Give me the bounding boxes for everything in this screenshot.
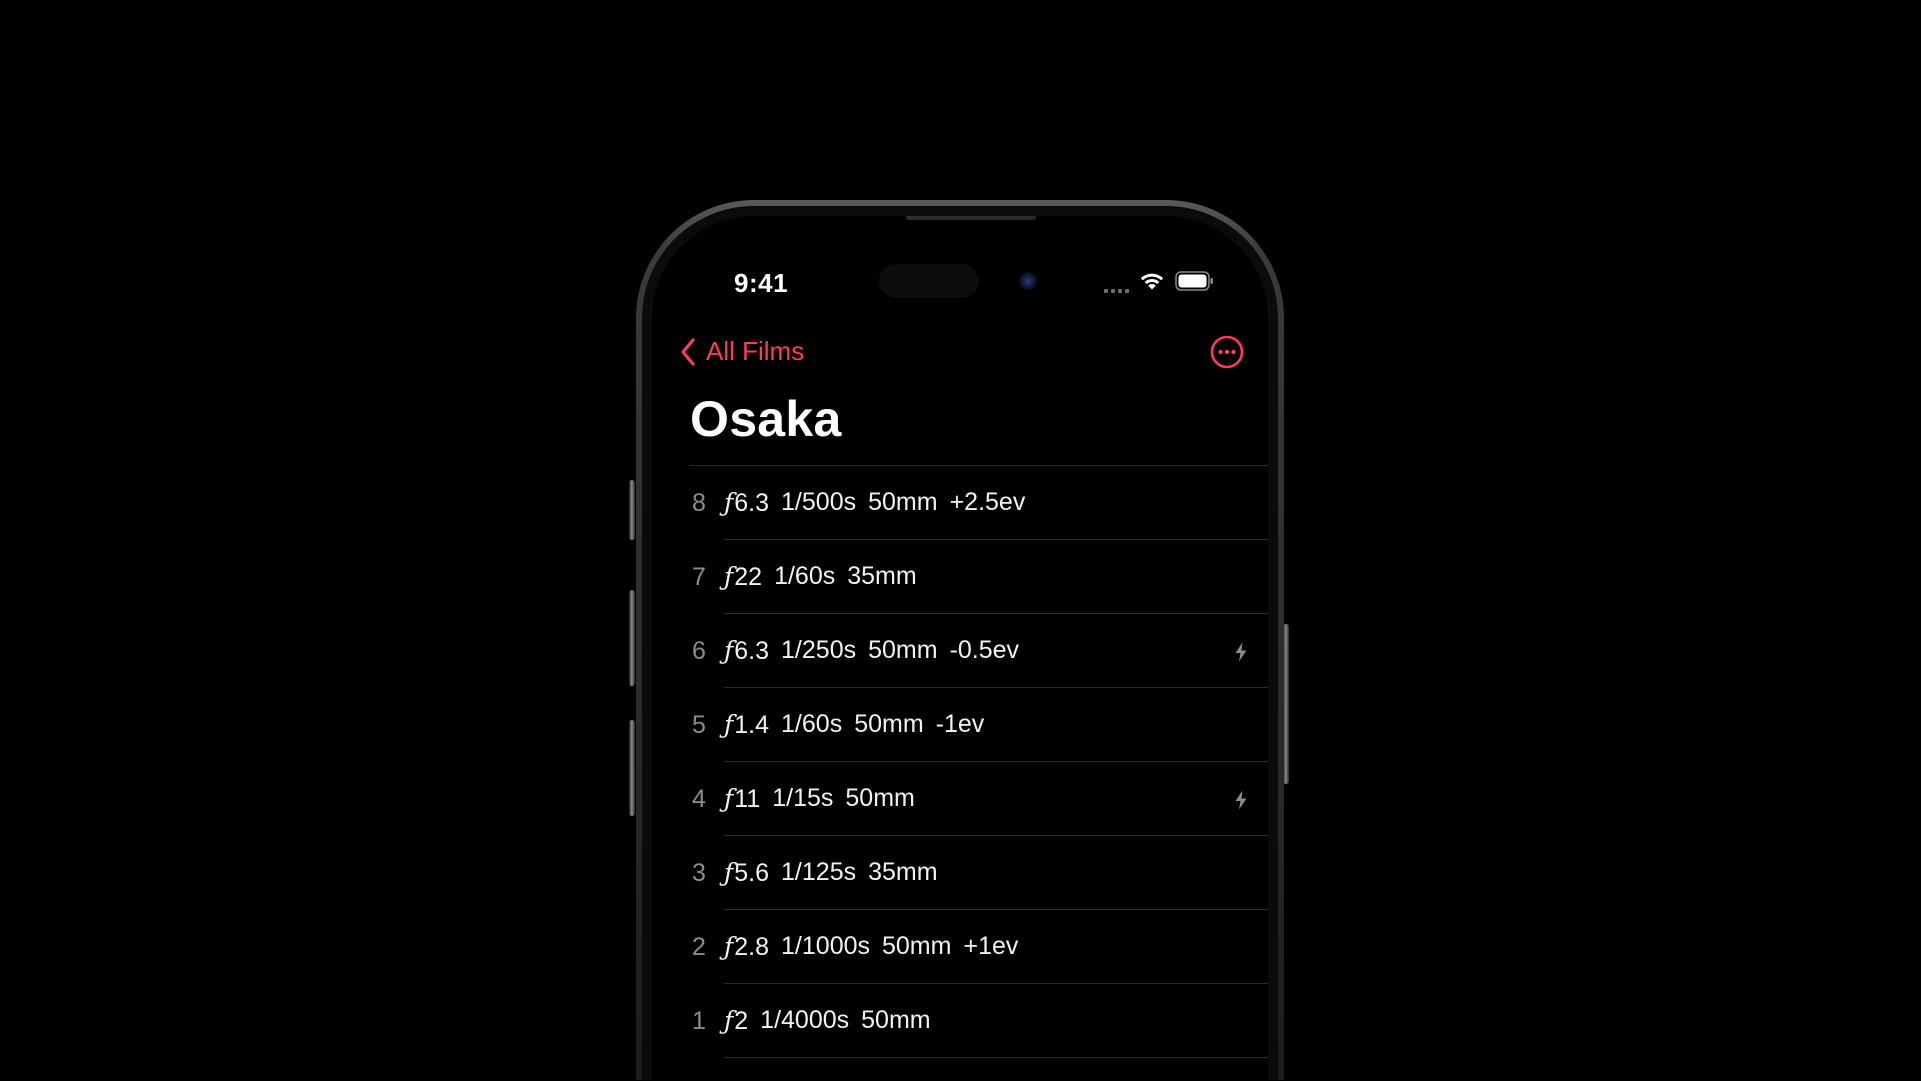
page-title: Osaka [690,391,842,447]
shot-exposure-comp: -1ev [935,710,985,738]
shot-focal-length: 35mm [868,858,938,886]
phone-screen: 9:41 All Films Osaka 8 ƒ6.3 1/500s 50mm … [652,216,1268,1080]
aperture-f-glyph: ƒ [724,858,734,887]
shot-number: 2 [692,932,706,961]
front-camera-icon [1019,272,1037,290]
shot-row-6[interactable]: 6 ƒ6.3 1/250s 50mm -0.5ev [652,614,1268,688]
shot-settings: ƒ11 1/15s 50mm [724,784,915,814]
shot-number: 4 [692,784,706,813]
shot-aperture: ƒ6.3 [724,488,770,517]
wifi-icon [1140,273,1164,290]
aperture-f-glyph: ƒ [724,784,734,813]
shot-exposure-comp: +2.5ev [949,488,1026,516]
shot-focal-length: 50mm [868,636,938,664]
aperture-f-glyph: ƒ [724,636,734,665]
shot-aperture: ƒ2.8 [724,932,770,961]
shot-number: 8 [692,488,706,517]
phone-frame: 9:41 All Films Osaka 8 ƒ6.3 1/500s 50mm … [636,200,1284,1080]
shot-aperture: ƒ1.4 [724,710,770,739]
action-button[interactable] [629,480,635,540]
shot-aperture: ƒ6.3 [724,636,770,665]
chevron-left-icon [681,337,695,366]
shot-shutter: 1/15s [772,784,834,812]
back-button-label: All Films [706,336,805,366]
shot-number: 7 [692,562,706,591]
shot-focal-length: 50mm [854,710,924,738]
shot-row-1[interactable]: 1 ƒ2 1/4000s 50mm [652,984,1268,1058]
shot-shutter: 1/4000s [760,1006,850,1034]
shot-settings: ƒ5.6 1/125s 35mm [724,858,938,888]
dynamic-island [879,260,1057,302]
phone-bezel: 9:41 All Films Osaka 8 ƒ6.3 1/500s 50mm … [642,206,1278,1080]
back-button[interactable]: All Films [680,336,804,367]
shot-row-7[interactable]: 7 ƒ22 1/60s 35mm [652,540,1268,614]
shot-settings: ƒ1.4 1/60s 50mm -1ev [724,710,984,740]
shot-list: 8 ƒ6.3 1/500s 50mm +2.5ev 7 ƒ22 1/60s 35… [652,466,1268,1058]
shot-focal-length: 50mm [882,932,952,960]
aperture-f-glyph: ƒ [724,562,734,591]
shot-settings: ƒ2 1/4000s 50mm [724,1006,931,1036]
shot-exposure-comp: -0.5ev [949,636,1020,664]
battery-icon [1175,271,1213,291]
shot-settings: ƒ2.8 1/1000s 50mm +1ev [724,932,1018,962]
aperture-f-glyph: ƒ [724,488,734,517]
shot-number: 6 [692,636,706,665]
shot-aperture: ƒ22 [724,562,763,591]
shot-focal-length: 50mm [868,488,938,516]
aperture-f-glyph: ƒ [724,710,734,739]
shot-number: 1 [692,1006,706,1035]
shot-settings: ƒ6.3 1/500s 50mm +2.5ev [724,488,1025,518]
shot-row-2[interactable]: 2 ƒ2.8 1/1000s 50mm +1ev [652,910,1268,984]
shot-shutter: 1/60s [781,710,843,738]
shot-shutter: 1/500s [781,488,857,516]
shot-exposure-comp: +1ev [963,932,1019,960]
shot-row-8[interactable]: 8 ƒ6.3 1/500s 50mm +2.5ev [652,466,1268,540]
stage: 9:41 All Films Osaka 8 ƒ6.3 1/500s 50mm … [0,0,1921,1081]
shot-settings: ƒ6.3 1/250s 50mm -0.5ev [724,636,1019,666]
shot-aperture: ƒ5.6 [724,858,770,887]
status-time: 9:41 [734,268,789,298]
more-options-button[interactable] [1210,335,1244,369]
signal-dots-icon [1104,279,1129,293]
shot-shutter: 1/250s [781,636,857,664]
bolt-icon [1235,642,1247,662]
shot-focal-length: 50mm [845,784,915,812]
volume-down-button[interactable] [629,720,635,816]
shot-focal-length: 50mm [861,1006,931,1034]
shot-shutter: 1/60s [774,562,836,590]
shot-focal-length: 35mm [847,562,917,590]
dynamic-island-pill [879,264,979,298]
shot-aperture: ƒ11 [724,784,761,813]
shot-number: 3 [692,858,706,887]
shot-number: 5 [692,710,706,739]
top-speaker-line [906,216,1036,220]
shot-row-5[interactable]: 5 ƒ1.4 1/60s 50mm -1ev [652,688,1268,762]
shot-settings: ƒ22 1/60s 35mm [724,562,917,592]
status-indicators [1104,270,1215,293]
shot-aperture: ƒ2 [724,1006,749,1035]
shot-row-4[interactable]: 4 ƒ11 1/15s 50mm [652,762,1268,836]
bolt-icon [1235,790,1247,810]
shot-shutter: 1/1000s [781,932,870,960]
volume-up-button[interactable] [629,590,635,686]
shot-row-3[interactable]: 3 ƒ5.6 1/125s 35mm [652,836,1268,910]
aperture-f-glyph: ƒ [724,1006,734,1035]
shot-shutter: 1/125s [781,858,857,886]
aperture-f-glyph: ƒ [724,932,734,961]
